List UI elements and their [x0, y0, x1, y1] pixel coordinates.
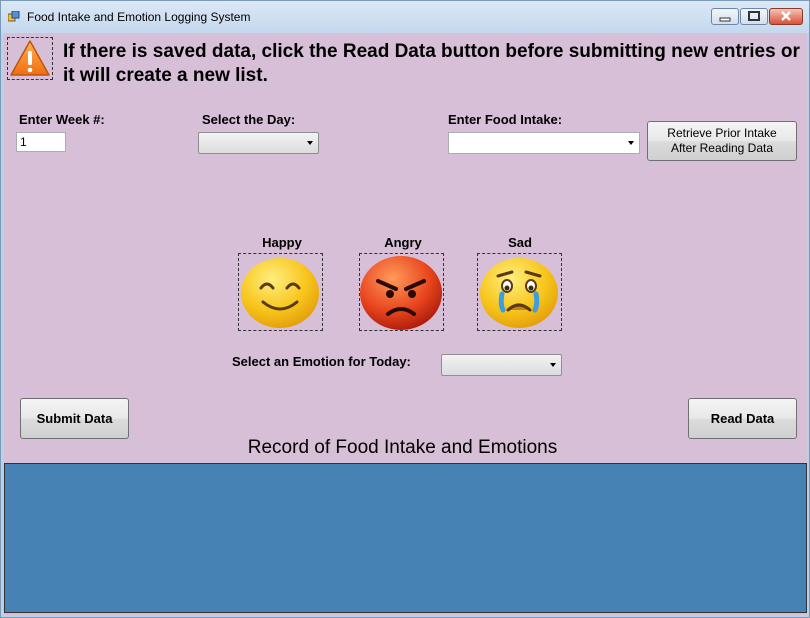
emotion-select-label: Select an Emotion for Today: [232, 354, 411, 369]
emotion-label-sad: Sad [508, 235, 532, 250]
maximize-button[interactable] [740, 8, 768, 25]
record-panel[interactable] [4, 463, 807, 613]
food-combo[interactable] [448, 132, 640, 154]
app-icon [8, 11, 20, 22]
close-icon [781, 11, 791, 21]
submit-data-button[interactable]: Submit Data [20, 398, 129, 439]
warning-icon-box [7, 37, 53, 80]
chevron-down-icon [628, 141, 634, 145]
day-select[interactable] [198, 132, 319, 154]
maximize-icon [748, 11, 760, 21]
retrieve-label-line2: After Reading Data [670, 141, 774, 155]
minimize-icon [719, 17, 731, 22]
happy-face-icon [241, 258, 319, 328]
chevron-down-icon [550, 363, 556, 367]
retrieve-prior-intake-button[interactable]: Retrieve Prior Intake After Reading Data [647, 121, 797, 161]
emotion-label-happy: Happy [262, 235, 302, 250]
emotion-label-angry: Angry [384, 235, 422, 250]
close-button[interactable] [769, 8, 803, 25]
record-title: Record of Food Intake and Emotions [247, 437, 558, 458]
read-data-button[interactable]: Read Data [688, 398, 797, 439]
chevron-down-icon [307, 141, 313, 145]
warning-icon [10, 40, 50, 76]
form-client-area: If there is saved data, click the Read D… [4, 33, 807, 615]
day-label: Select the Day: [202, 112, 296, 127]
warning-message: If there is saved data, click the Read D… [63, 41, 800, 86]
minimize-button[interactable] [711, 8, 739, 25]
sad-emotion-picture[interactable] [477, 253, 562, 331]
angry-face-icon [360, 256, 442, 330]
week-input[interactable]: 1 [16, 132, 66, 152]
food-label: Enter Food Intake: [448, 112, 563, 127]
angry-emotion-picture[interactable] [359, 253, 444, 331]
emotion-select[interactable] [441, 354, 562, 376]
crying-face-icon [480, 258, 558, 328]
happy-emotion-picture[interactable] [238, 253, 323, 331]
week-label: Enter Week #: [19, 112, 105, 127]
title-bar[interactable]: Food Intake and Emotion Logging System [1, 1, 809, 33]
retrieve-label-line1: Retrieve Prior Intake [667, 126, 777, 140]
window-title: Food Intake and Emotion Logging System [27, 10, 251, 24]
app-window: Food Intake and Emotion Logging System I… [0, 0, 810, 618]
